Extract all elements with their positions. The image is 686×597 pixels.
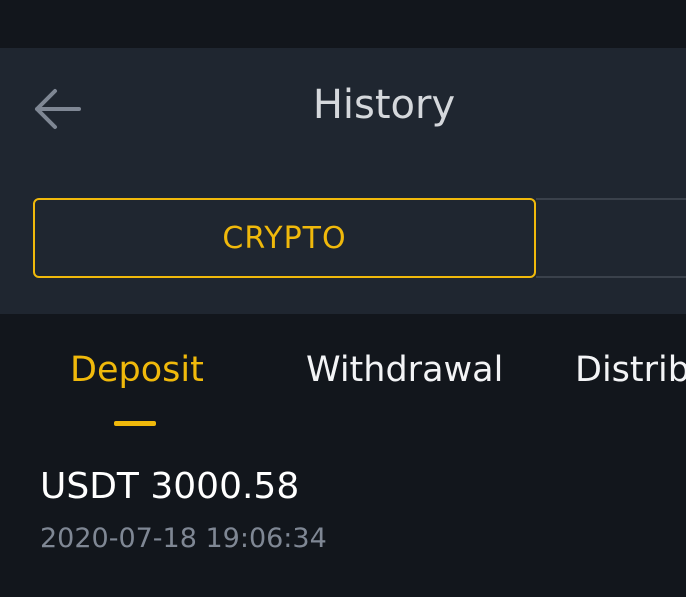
- status-bar: [0, 0, 686, 48]
- tab-withdrawal[interactable]: Withdrawal: [306, 350, 503, 390]
- record-timestamp: 2020-07-18 19:06:34: [40, 523, 327, 554]
- segment-other[interactable]: [536, 198, 686, 278]
- tab-distribution[interactable]: Distrib: [575, 350, 686, 390]
- record-amount: USDT 3000.58: [40, 466, 300, 507]
- app-header: History CRYPTO: [0, 48, 686, 314]
- active-tab-indicator: [114, 421, 156, 426]
- segment-crypto-label: CRYPTO: [222, 220, 347, 256]
- page-title: History: [312, 82, 456, 128]
- history-tabs: Deposit Withdrawal Distrib: [0, 314, 686, 444]
- segment-crypto[interactable]: CRYPTO: [33, 198, 536, 278]
- tab-deposit[interactable]: Deposit: [70, 350, 204, 390]
- list-item[interactable]: USDT 3000.58 2020-07-18 19:06:34: [40, 466, 327, 554]
